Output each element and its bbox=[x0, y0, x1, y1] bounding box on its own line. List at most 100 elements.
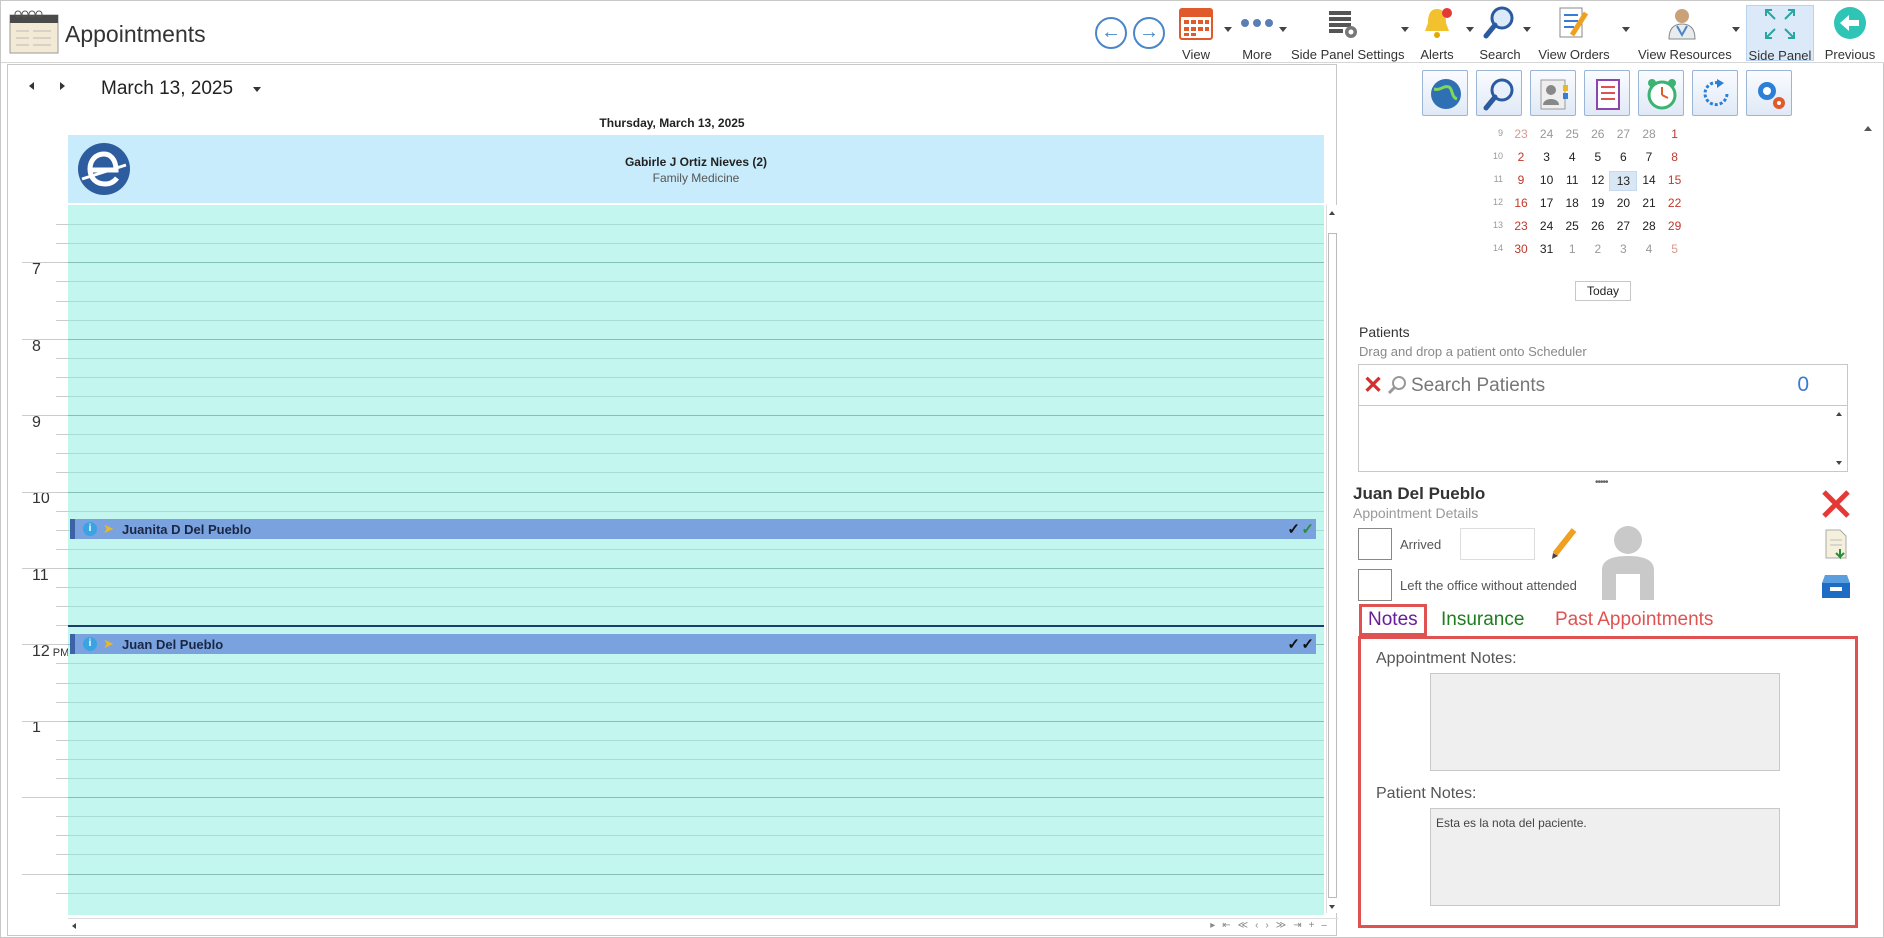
arrived-time-field[interactable] bbox=[1460, 528, 1535, 560]
calendar-day[interactable]: 2 bbox=[1507, 148, 1535, 166]
calendar-day[interactable]: 29 bbox=[1661, 217, 1689, 235]
clear-search-icon[interactable]: ✕ bbox=[1363, 371, 1383, 400]
search-dropdown-chevron-icon[interactable] bbox=[1523, 27, 1531, 32]
calendar-day[interactable]: 27 bbox=[1609, 217, 1637, 235]
calendar-day[interactable]: 15 bbox=[1661, 171, 1689, 189]
tab-past-appointments[interactable]: Past Appointments bbox=[1555, 609, 1713, 631]
clipboard-tool-button[interactable] bbox=[1584, 70, 1630, 116]
calendar-day[interactable]: 23 bbox=[1507, 217, 1535, 235]
calendar-day[interactable]: 10 bbox=[1533, 171, 1561, 189]
tab-notes[interactable]: Notes bbox=[1359, 604, 1427, 636]
calendar-day[interactable]: 19 bbox=[1584, 194, 1612, 212]
nav-forward-arrow-icon[interactable]: → bbox=[1133, 17, 1165, 49]
left-office-checkbox[interactable] bbox=[1358, 569, 1392, 601]
calendar-day[interactable]: 28 bbox=[1635, 217, 1663, 235]
calendar-day[interactable]: 12 bbox=[1584, 171, 1612, 189]
calendar-day[interactable]: 18 bbox=[1558, 194, 1586, 212]
calendar-day[interactable]: 24 bbox=[1533, 217, 1561, 235]
calendar-day[interactable]: 16 bbox=[1507, 194, 1535, 212]
today-button[interactable]: Today bbox=[1575, 281, 1631, 301]
previous-button[interactable]: Previous bbox=[1823, 5, 1877, 62]
more-dropdown-chevron-icon[interactable] bbox=[1279, 27, 1287, 32]
scroll-up-arrow-icon[interactable] bbox=[1329, 211, 1335, 215]
scroll-down-arrow-icon[interactable] bbox=[1329, 905, 1335, 909]
current-date[interactable]: March 13, 2025 bbox=[101, 78, 233, 100]
calendar-day[interactable]: 1 bbox=[1558, 240, 1586, 258]
side-panel-settings-button[interactable]: Side Panel Settings bbox=[1291, 5, 1404, 62]
vertical-scrollbar[interactable] bbox=[1326, 205, 1338, 913]
more-button[interactable]: More bbox=[1237, 5, 1277, 62]
list-scroll-up-arrow-icon[interactable] bbox=[1836, 412, 1842, 416]
nav-back-arrow-icon[interactable]: ← bbox=[1095, 17, 1127, 49]
patient-notes-field[interactable]: Esta es la nota del paciente. bbox=[1430, 808, 1780, 906]
calendar-day[interactable]: 17 bbox=[1533, 194, 1561, 212]
appointment-notes-field[interactable] bbox=[1430, 673, 1780, 771]
calendar-day[interactable]: 6 bbox=[1609, 148, 1637, 166]
calendar-day[interactable]: 14 bbox=[1635, 171, 1663, 189]
refresh-tool-button[interactable] bbox=[1692, 70, 1738, 116]
calendar-day[interactable]: 1 bbox=[1661, 125, 1689, 143]
view-orders-chevron-icon[interactable] bbox=[1622, 27, 1630, 32]
panel-scroll-up-arrow-icon[interactable] bbox=[1864, 126, 1872, 131]
calendar-day[interactable]: 20 bbox=[1609, 194, 1637, 212]
scroll-left-arrow-icon[interactable] bbox=[72, 923, 76, 929]
calendar-day[interactable]: 26 bbox=[1584, 125, 1612, 143]
appointment-block[interactable]: i ➤ Juanita D Del Pueblo ✓ ✓ bbox=[70, 519, 1316, 539]
calendar-day[interactable]: 24 bbox=[1533, 125, 1561, 143]
calendar-day[interactable]: 25 bbox=[1558, 217, 1586, 235]
tab-insurance[interactable]: Insurance bbox=[1441, 609, 1524, 631]
calendar-day[interactable]: 4 bbox=[1558, 148, 1586, 166]
calendar-day[interactable]: 26 bbox=[1584, 217, 1612, 235]
view-resources-button[interactable]: View Resources bbox=[1638, 5, 1732, 62]
archive-tray-icon[interactable] bbox=[1819, 569, 1853, 603]
calendar-day[interactable]: 8 bbox=[1661, 148, 1689, 166]
calendar-day[interactable]: 2 bbox=[1584, 240, 1612, 258]
horizontal-scrollbar[interactable]: ▸⇤≪‹›≫⇥+– bbox=[68, 918, 1338, 934]
calendar-day[interactable]: 22 bbox=[1661, 194, 1689, 212]
time-slot-grid[interactable]: i ➤ Juanita D Del Pueblo ✓ ✓ i ➤ Juan De… bbox=[68, 205, 1324, 915]
calendar-day[interactable]: 4 bbox=[1635, 240, 1663, 258]
calendar-day[interactable]: 5 bbox=[1584, 148, 1612, 166]
previous-day-arrow-icon[interactable] bbox=[29, 82, 34, 90]
appointment-block[interactable]: i ➤ Juan Del Pueblo ✓ ✓ bbox=[70, 634, 1316, 654]
list-scroll-down-arrow-icon[interactable] bbox=[1836, 461, 1842, 465]
calendar-day[interactable]: 7 bbox=[1635, 148, 1663, 166]
calendar-day[interactable]: 23 bbox=[1507, 125, 1535, 143]
calendar-day[interactable]: 31 bbox=[1533, 240, 1561, 258]
view-dropdown-chevron-icon[interactable] bbox=[1224, 27, 1232, 32]
splitter-grip[interactable]: ••••• bbox=[1595, 477, 1608, 488]
view-resources-chevron-icon[interactable] bbox=[1732, 27, 1740, 32]
search-button[interactable]: Search bbox=[1478, 5, 1522, 62]
view-button[interactable]: View bbox=[1176, 5, 1216, 62]
calendar-day[interactable]: 21 bbox=[1635, 194, 1663, 212]
side-panel-settings-chevron-icon[interactable] bbox=[1401, 27, 1409, 32]
calendar-day[interactable]: 3 bbox=[1533, 148, 1561, 166]
edit-pencil-icon[interactable] bbox=[1547, 526, 1579, 562]
calendar-day[interactable]: 9 bbox=[1507, 171, 1535, 189]
pager-navigation-icon[interactable]: ▸⇤≪‹›≫⇥+– bbox=[1210, 920, 1334, 931]
calendar-day[interactable]: 5 bbox=[1661, 240, 1689, 258]
arrived-checkbox[interactable] bbox=[1358, 528, 1392, 560]
calendar-day[interactable]: 27 bbox=[1609, 125, 1637, 143]
next-day-arrow-icon[interactable] bbox=[60, 82, 65, 90]
contact-tool-button[interactable] bbox=[1530, 70, 1576, 116]
search-input[interactable] bbox=[1411, 371, 1791, 401]
date-dropdown-chevron-icon[interactable] bbox=[253, 87, 261, 92]
search-tool-button[interactable] bbox=[1476, 70, 1522, 116]
alarm-tool-button[interactable] bbox=[1638, 70, 1684, 116]
export-document-icon[interactable] bbox=[1819, 527, 1853, 561]
info-icon[interactable]: i bbox=[83, 522, 97, 536]
delete-appointment-icon[interactable] bbox=[1819, 487, 1853, 521]
scrollbar-thumb[interactable] bbox=[1328, 233, 1337, 898]
calendar-day[interactable]: 25 bbox=[1558, 125, 1586, 143]
globe-tool-button[interactable] bbox=[1422, 70, 1468, 116]
settings-tool-button[interactable] bbox=[1746, 70, 1792, 116]
calendar-day[interactable]: 3 bbox=[1609, 240, 1637, 258]
alerts-dropdown-chevron-icon[interactable] bbox=[1466, 27, 1474, 32]
side-panel-button[interactable]: Side Panel bbox=[1746, 5, 1814, 63]
calendar-day[interactable]: 13 bbox=[1609, 171, 1638, 191]
patient-results-list[interactable] bbox=[1358, 406, 1848, 472]
view-orders-button[interactable]: View Orders bbox=[1538, 5, 1610, 62]
info-icon[interactable]: i bbox=[83, 637, 97, 651]
calendar-day[interactable]: 28 bbox=[1635, 125, 1663, 143]
